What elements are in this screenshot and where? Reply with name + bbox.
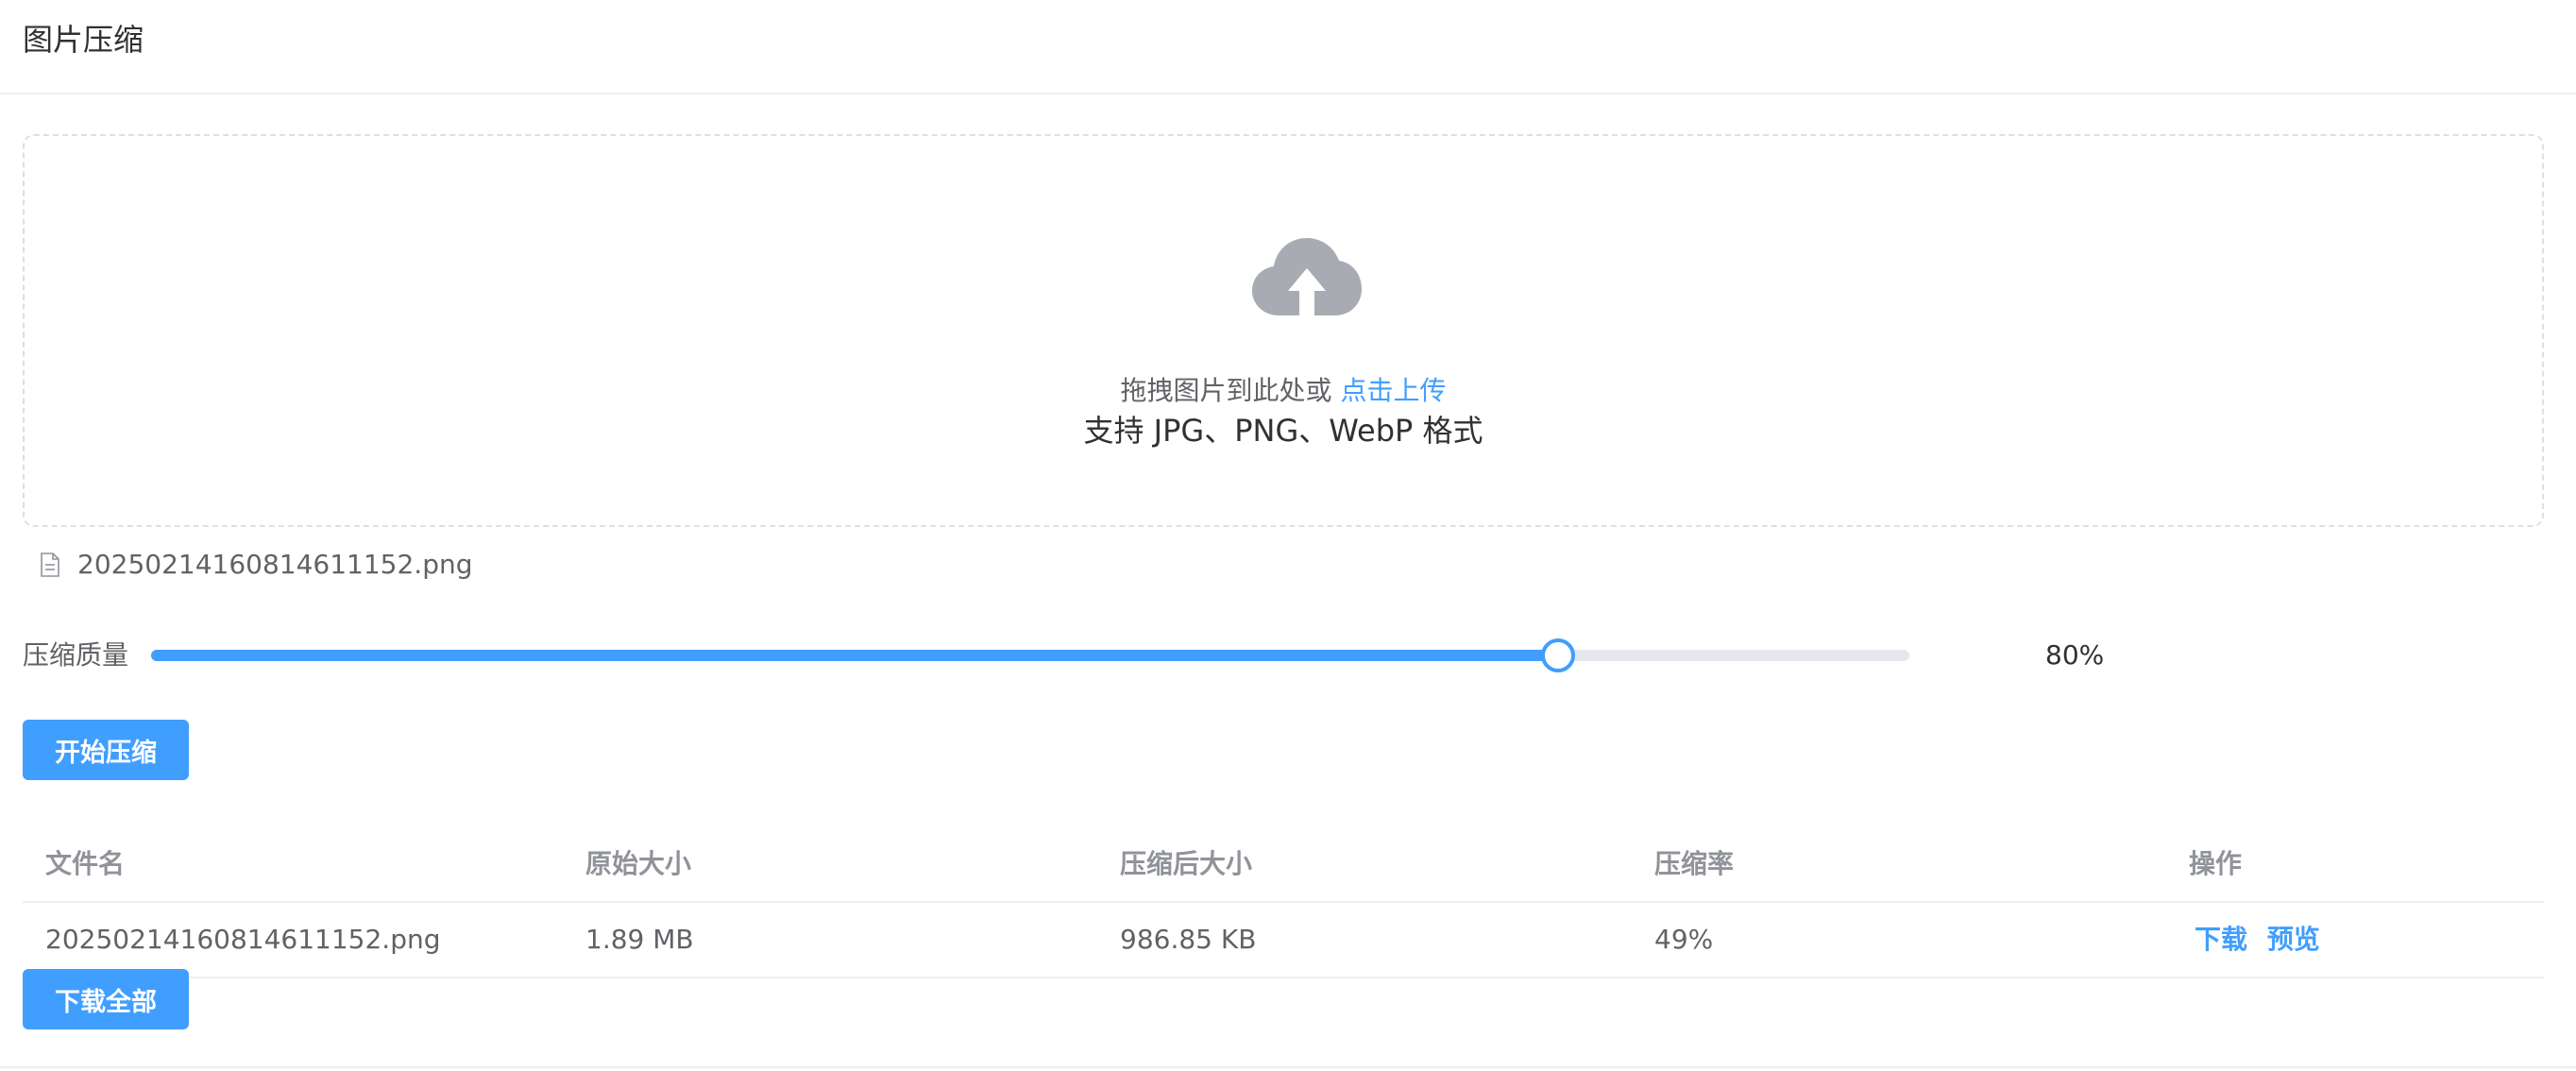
- row-ratio: 49%: [1654, 924, 1714, 955]
- row-filename: 20250214160814611152.png: [45, 924, 441, 955]
- upload-instruction: 拖拽图片到此处或 点击上传: [25, 372, 2542, 410]
- column-header-compressed-size: 压缩后大小: [1120, 848, 1253, 879]
- quality-slider[interactable]: [151, 638, 1909, 672]
- download-link[interactable]: 下载: [2195, 924, 2247, 955]
- preview-link[interactable]: 预览: [2267, 924, 2320, 955]
- image-compress-card: 图片压缩 拖拽图片到此处或 点击上传 支持 JPG、PNG、WebP 格式 20…: [0, 0, 2576, 1068]
- column-header-original-size: 原始大小: [585, 848, 692, 879]
- upload-drag-text: 拖拽图片到此处或: [1120, 375, 1332, 406]
- table-row: 20250214160814611152.png 1.89 MB 986.85 …: [23, 903, 2544, 978]
- table-header-row: 文件名 原始大小 压缩后大小 压缩率 操作: [23, 827, 2544, 903]
- upload-cloud-icon: [1252, 238, 1362, 317]
- column-header-actions: 操作: [2189, 848, 2243, 879]
- upload-format-tip: 支持 JPG、PNG、WebP 格式: [1083, 413, 1483, 449]
- quality-label: 压缩质量: [23, 639, 129, 671]
- upload-click-link[interactable]: 点击上传: [1340, 375, 1446, 406]
- document-icon: [41, 552, 59, 577]
- column-header-ratio: 压缩率: [1654, 848, 1735, 879]
- upload-dropzone[interactable]: 拖拽图片到此处或 点击上传 支持 JPG、PNG、WebP 格式: [23, 134, 2544, 527]
- result-table: 文件名 原始大小 压缩后大小 压缩率 操作 202502141608146111…: [23, 827, 2544, 978]
- column-header-filename: 文件名: [45, 848, 126, 879]
- page-title: 图片压缩: [23, 22, 144, 58]
- download-all-button[interactable]: 下载全部: [23, 969, 189, 1029]
- row-original-size: 1.89 MB: [585, 924, 694, 955]
- row-compressed-size: 986.85 KB: [1120, 924, 1257, 955]
- file-name: 20250214160814611152.png: [77, 549, 473, 580]
- slider-handle[interactable]: [1540, 638, 1575, 672]
- row-actions: 下载 预览: [2189, 903, 2331, 977]
- start-compress-button[interactable]: 开始压缩: [23, 720, 189, 780]
- quality-value: 80%: [2045, 639, 2105, 671]
- slider-bar: [151, 650, 1558, 661]
- card-header: 图片压缩: [0, 0, 2576, 94]
- file-list-item[interactable]: 20250214160814611152.png: [40, 546, 472, 584]
